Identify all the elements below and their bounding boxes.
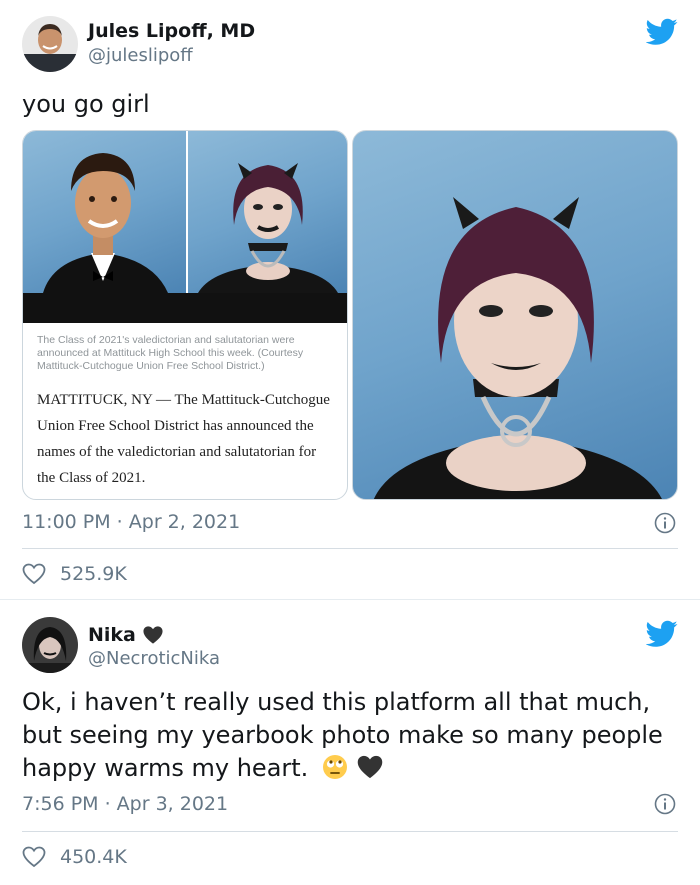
twitter-bird-icon[interactable] — [646, 18, 678, 46]
black-redaction-bar — [23, 293, 347, 323]
tweet-text-block: Ok, i haven’t really used this platform … — [22, 686, 682, 785]
portrait-photo-salutatorian-small — [186, 131, 347, 293]
author-handle[interactable]: @NecroticNika — [88, 648, 220, 669]
author-handle[interactable]: @juleslipoff — [88, 45, 193, 66]
author-avatar[interactable] — [22, 617, 78, 673]
author-name[interactable]: Nika — [88, 624, 136, 646]
media-article-screenshot[interactable]: The Class of 2021's valedictorian and sa… — [22, 130, 348, 500]
black-heart-icon — [357, 755, 382, 779]
author-name[interactable]: Jules Lipoff, MD — [88, 20, 255, 42]
like-button[interactable]: 450.4K — [22, 846, 127, 868]
portrait-photo-valedictorian — [23, 131, 186, 293]
rolling-eyes-emoji — [322, 755, 347, 779]
article-body-text: MATTITUCK, NY — The Mattituck-Cutchogue … — [37, 392, 330, 486]
divider — [22, 831, 678, 832]
tweet-timestamp[interactable]: 7:56 PM · Apr 3, 2021 — [22, 793, 228, 815]
info-icon[interactable] — [654, 512, 676, 534]
tweet-card[interactable]: Jules Lipoff, MD @juleslipoff you go gir… — [0, 0, 700, 600]
heart-icon — [22, 846, 46, 868]
article-photo-caption: The Class of 2021's valedictorian and sa… — [37, 334, 304, 372]
author-name-row[interactable]: Nika — [88, 624, 164, 646]
tweet-card[interactable]: Nika @NecroticNika Ok, i haven’t really … — [0, 600, 700, 885]
like-count: 450.4K — [60, 846, 127, 868]
portrait-photo-salutatorian-large[interactable] — [352, 130, 678, 500]
author-avatar[interactable] — [22, 16, 78, 72]
tweet-timestamp[interactable]: 11:00 PM · Apr 2, 2021 — [22, 511, 240, 533]
like-count: 525.9K — [60, 563, 127, 585]
divider — [22, 548, 678, 549]
like-button[interactable]: 525.9K — [22, 563, 127, 585]
tweet-text: you go girl — [22, 90, 150, 118]
black-heart-icon — [143, 626, 163, 644]
twitter-bird-icon[interactable] — [646, 620, 678, 648]
info-icon[interactable] — [654, 793, 676, 815]
heart-icon — [22, 563, 46, 585]
